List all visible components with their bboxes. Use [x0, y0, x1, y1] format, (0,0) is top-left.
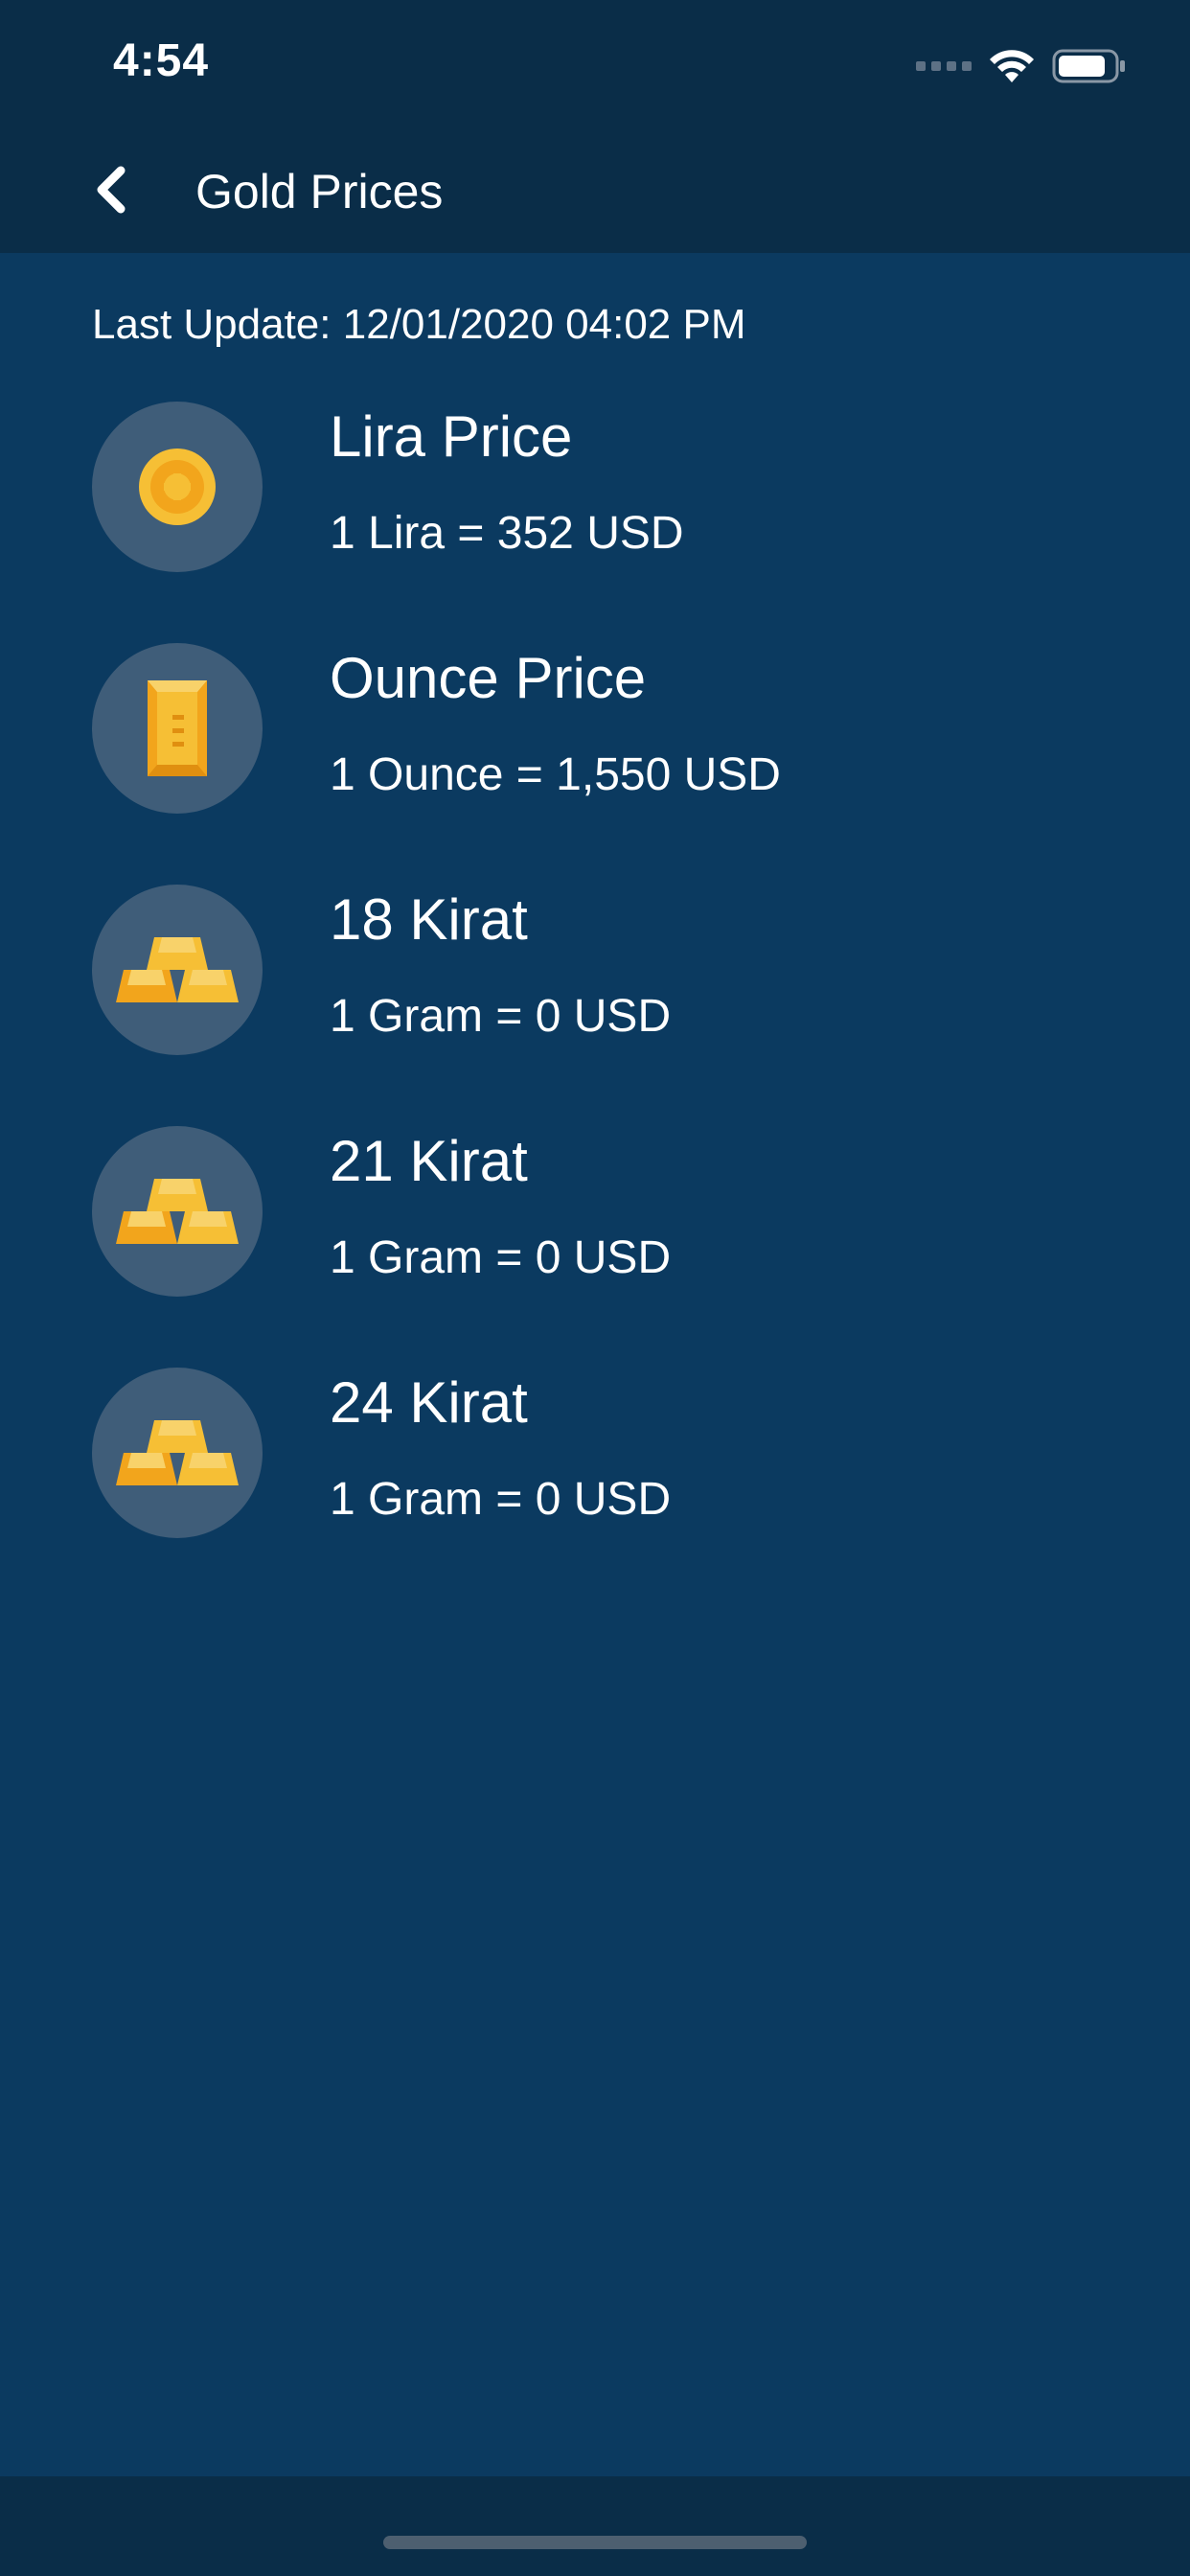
icon-circle	[92, 1126, 263, 1297]
list-item-24-kirat: 24 Kirat 1 Gram = 0 USD	[92, 1368, 1146, 1609]
gold-bars-stack-icon	[116, 1179, 239, 1244]
icon-circle	[92, 885, 263, 1055]
item-text: 21 Kirat 1 Gram = 0 USD	[330, 1126, 671, 1285]
icon-circle	[92, 1368, 263, 1538]
last-update-text: Last Update: 12/01/2020 04:02 PM	[92, 301, 746, 348]
gold-bars-stack-icon	[116, 1420, 239, 1485]
gold-bar-icon	[148, 680, 207, 776]
icon-circle	[92, 402, 263, 572]
list-item-21-kirat: 21 Kirat 1 Gram = 0 USD	[92, 1126, 1146, 1368]
item-title: 18 Kirat	[330, 887, 528, 952]
icon-circle	[92, 643, 263, 814]
item-title: 21 Kirat	[330, 1129, 528, 1193]
item-value: 1 Gram = 0 USD	[330, 991, 672, 1042]
item-value: 1 Lira = 352 USD	[330, 508, 684, 559]
item-text: 18 Kirat 1 Gram = 0 USD	[330, 885, 671, 1044]
list-item-lira: Lira Price 1 Lira = 352 USD	[92, 402, 1146, 643]
status-time: 4:54	[113, 35, 210, 86]
status-indicators	[916, 42, 1127, 90]
gold-coin-icon	[139, 448, 216, 525]
item-value: 1 Gram = 0 USD	[330, 1232, 672, 1283]
wifi-icon	[990, 50, 1034, 82]
price-list: Lira Price 1 Lira = 352 USD Ounce Price	[92, 402, 1146, 1609]
page-title: Gold Prices	[195, 165, 444, 218]
item-value: 1 Ounce = 1,550 USD	[330, 749, 781, 800]
battery-icon	[1052, 49, 1125, 83]
item-title: 24 Kirat	[330, 1370, 528, 1435]
item-text: Lira Price 1 Lira = 352 USD	[330, 402, 684, 561]
back-button[interactable]	[77, 155, 146, 224]
app-bar: Gold Prices	[0, 128, 1190, 253]
item-text: Ounce Price 1 Ounce = 1,550 USD	[330, 643, 781, 802]
list-item-ounce: Ounce Price 1 Ounce = 1,550 USD	[92, 643, 1146, 885]
gold-bars-stack-icon	[116, 937, 239, 1002]
cellular-signal-icon	[916, 61, 972, 71]
item-text: 24 Kirat 1 Gram = 0 USD	[330, 1368, 671, 1527]
status-bar: 4:54	[0, 0, 1190, 128]
list-item-18-kirat: 18 Kirat 1 Gram = 0 USD	[92, 885, 1146, 1126]
bottom-bar	[0, 2476, 1190, 2576]
home-indicator[interactable]	[383, 2536, 807, 2549]
price-content: Last Update: 12/01/2020 04:02 PM Lira Pr…	[0, 253, 1190, 2476]
chevron-left-icon	[97, 166, 126, 214]
item-value: 1 Gram = 0 USD	[330, 1474, 672, 1525]
item-title: Ounce Price	[330, 646, 647, 710]
item-title: Lira Price	[330, 404, 573, 469]
